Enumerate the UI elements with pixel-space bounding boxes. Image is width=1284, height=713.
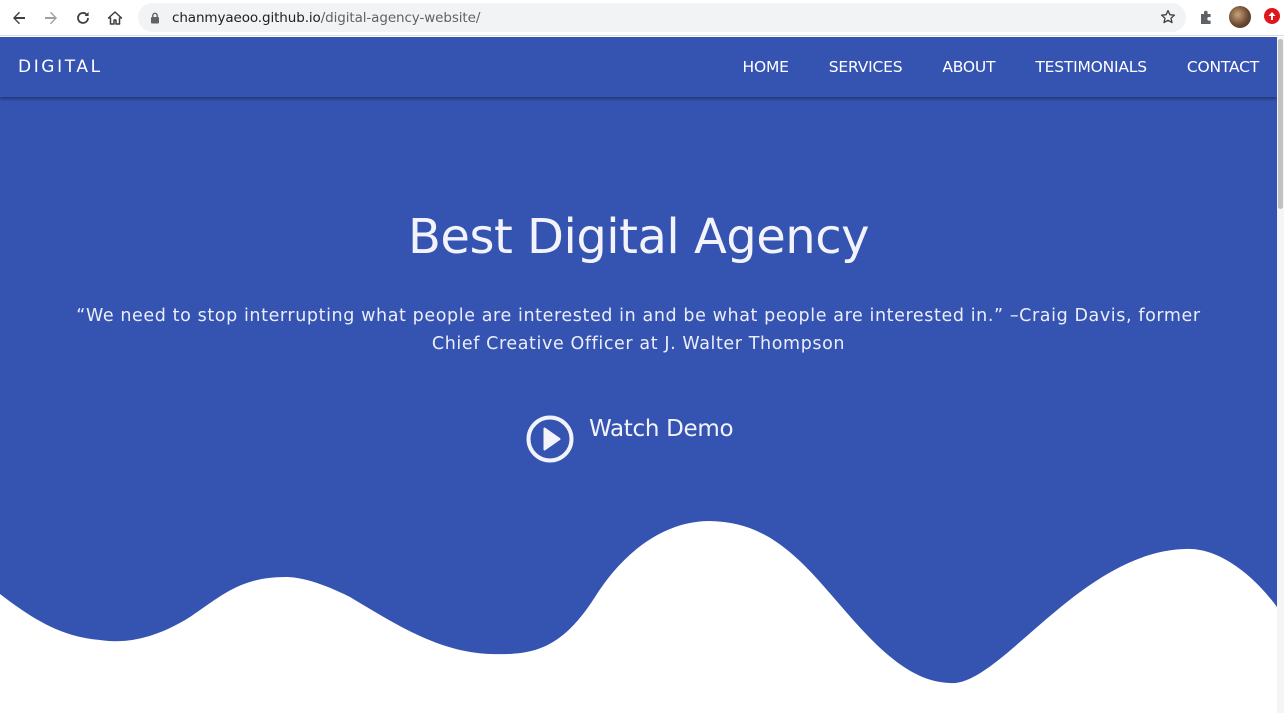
- play-circle-icon: [526, 415, 574, 463]
- url-path: /digital-agency-website/: [320, 9, 481, 26]
- site-navbar: DIGITAL HOME SERVICES ABOUT TESTIMONIALS…: [0, 37, 1277, 97]
- home-icon: [107, 10, 123, 25]
- back-arrow-icon: [13, 11, 25, 24]
- extension-badge-icon[interactable]: [1264, 8, 1280, 24]
- hero-quote-line-2: Chief Creative Officer at J. Walter Thom…: [431, 334, 846, 354]
- watch-demo-button[interactable]: Watch Demo: [526, 415, 734, 463]
- address-bar[interactable]: chanmyaeoo.github.io/digital-agency-webs…: [138, 3, 1186, 32]
- back-button[interactable]: [3, 2, 35, 34]
- brand-logo[interactable]: DIGITAL: [18, 57, 103, 77]
- hero-wave-background: [0, 37, 1277, 684]
- browser-toolbar: chanmyaeoo.github.io/digital-agency-webs…: [0, 0, 1284, 36]
- nav-link-contact[interactable]: CONTACT: [1187, 58, 1259, 76]
- page-viewport: DIGITAL HOME SERVICES ABOUT TESTIMONIALS…: [0, 37, 1277, 713]
- reload-button[interactable]: [67, 2, 99, 34]
- nav-link-services[interactable]: SERVICES: [829, 58, 903, 76]
- forward-arrow-icon: [45, 11, 57, 24]
- hero-title: Best Digital Agency: [407, 209, 870, 265]
- hero-quote-line-1: “We need to stop interrupting what peopl…: [76, 306, 1201, 326]
- forward-button[interactable]: [35, 2, 67, 34]
- puzzle-icon[interactable]: [1198, 8, 1216, 30]
- nav-link-about[interactable]: ABOUT: [942, 58, 995, 76]
- home-button[interactable]: [99, 2, 131, 34]
- main-menu: HOME SERVICES ABOUT TESTIMONIALS CONTACT: [703, 58, 1260, 76]
- lock-icon: [150, 12, 162, 24]
- watch-demo-label: Watch Demo: [589, 416, 734, 442]
- nav-link-home[interactable]: HOME: [743, 58, 789, 76]
- page-scrollbar[interactable]: [1277, 37, 1284, 713]
- bookmark-star-icon[interactable]: [1160, 9, 1176, 29]
- scrollbar-thumb[interactable]: [1278, 39, 1283, 209]
- profile-avatar[interactable]: [1229, 6, 1251, 28]
- url-text: chanmyaeoo.github.io/digital-agency-webs…: [172, 10, 480, 26]
- nav-link-testimonials[interactable]: TESTIMONIALS: [1035, 58, 1147, 76]
- hero-quote: “We need to stop interrupting what peopl…: [50, 302, 1227, 358]
- url-host: chanmyaeoo.github.io: [172, 9, 321, 26]
- reload-icon: [77, 11, 89, 24]
